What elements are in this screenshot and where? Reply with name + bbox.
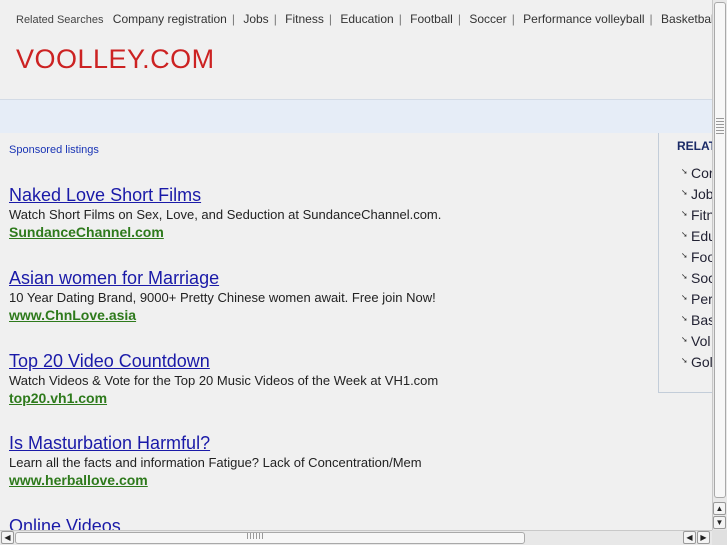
listing-url[interactable]: SundanceChannel.com [9, 224, 649, 240]
listing-item: Is Masturbation Harmful? Learn all the f… [9, 433, 649, 488]
listing-item: Asian women for Marriage 10 Year Dating … [9, 268, 649, 323]
related-panel: RELAT ➘Cor ➘Job ➘Fitn ➘Edu ➘Foo ➘Soc ➘Pe… [658, 133, 712, 393]
scroll-left-arrow-icon[interactable]: ◀ [1, 531, 14, 544]
page-viewport: Related Searches Company registration | J… [0, 0, 712, 530]
related-panel-item[interactable]: ➘ Soc [681, 270, 712, 291]
bullet-arrow-icon: ➘ [681, 167, 688, 176]
top-link-jobs[interactable]: Jobs [243, 12, 268, 26]
scroll-up-arrow-icon[interactable]: ▲ [713, 502, 726, 515]
header-band [0, 99, 712, 133]
related-panel-heading: RELAT [677, 139, 712, 153]
top-link-company-registration[interactable]: Company registration [113, 12, 227, 26]
related-panel-item[interactable]: ➘ Fitn [681, 207, 712, 228]
top-link-education[interactable]: Education [340, 12, 393, 26]
listing-description: Watch Videos & Vote for the Top 20 Music… [9, 373, 439, 388]
bullet-arrow-icon: ➘ [681, 314, 688, 323]
scroll-down-arrow-icon[interactable]: ▼ [713, 516, 726, 529]
listing-title[interactable]: Asian women for Marriage [9, 268, 649, 288]
bullet-arrow-icon: ➘ [681, 335, 688, 344]
scroll-left-arrow-icon[interactable]: ◀ [683, 531, 696, 544]
top-link-football[interactable]: Football [410, 12, 453, 26]
horizontal-grip-icon [247, 533, 265, 539]
listing-item: Naked Love Short Films Watch Short Films… [9, 185, 649, 240]
bullet-arrow-icon: ➘ [681, 293, 688, 302]
scrollbar-corner [712, 530, 727, 545]
related-panel-item[interactable]: ➘ Vol [681, 333, 712, 354]
horizontal-scrollbar[interactable]: ◀ ◀ ▶ [0, 530, 712, 545]
related-searches-bar: Related Searches Company registration | J… [16, 12, 712, 30]
bullet-arrow-icon: ➘ [681, 209, 688, 218]
related-panel-item[interactable]: ➘ Bas [681, 312, 712, 333]
related-panel-item[interactable]: ➘ Per [681, 291, 712, 312]
bullet-arrow-icon: ➘ [681, 230, 688, 239]
top-link-performance-volleyball[interactable]: Performance volleyball [523, 12, 644, 26]
listing-url[interactable]: www.ChnLove.asia [9, 307, 649, 323]
top-link-soccer[interactable]: Soccer [469, 12, 506, 26]
bullet-arrow-icon: ➘ [681, 188, 688, 197]
related-panel-item[interactable]: ➘ Foo [681, 249, 712, 270]
horizontal-scroll-thumb[interactable] [15, 532, 525, 544]
listing-description: Learn all the facts and information Fati… [9, 455, 422, 470]
listing-description: 10 Year Dating Brand, 9000+ Pretty Chine… [9, 290, 436, 305]
bullet-arrow-icon: ➘ [681, 272, 688, 281]
related-panel-item[interactable]: ➘Edu [681, 228, 712, 249]
top-link-basketball[interactable]: Basketball [661, 12, 712, 26]
bullet-arrow-icon: ➘ [681, 356, 688, 365]
top-link-fitness[interactable]: Fitness [285, 12, 324, 26]
listing-url[interactable]: top20.vh1.com [9, 390, 649, 406]
listing-title[interactable]: Naked Love Short Films [9, 185, 649, 205]
listing-description: Watch Short Films on Sex, Love, and Sedu… [9, 207, 442, 222]
listing-title[interactable]: Online Videos [9, 516, 649, 530]
related-panel-item[interactable]: ➘ Gol [681, 354, 712, 375]
related-panel-item[interactable]: ➘ Cor [681, 165, 712, 186]
vertical-grip-icon [716, 118, 724, 136]
related-searches-label: Related Searches [16, 14, 104, 26]
listing-url[interactable]: www.herballove.com [9, 472, 649, 488]
listing-title[interactable]: Is Masturbation Harmful? [9, 433, 649, 453]
vertical-scroll-thumb[interactable] [714, 2, 726, 498]
related-panel-item[interactable]: ➘ Job [681, 186, 712, 207]
vertical-scrollbar[interactable]: ▲ ▼ [712, 0, 727, 530]
related-panel-list: ➘Cor ➘Job ➘Fitn ➘Edu ➘Foo ➘Soc ➘Per ➘Bas… [681, 165, 712, 375]
scroll-right-arrow-icon[interactable]: ▶ [697, 531, 710, 544]
sponsored-label: Sponsored listings [9, 144, 99, 156]
listing-item: Online Videos [9, 516, 649, 530]
site-logo[interactable]: VOOLLEY.COM [16, 44, 215, 75]
listing-item: Top 20 Video Countdown Watch Videos & Vo… [9, 351, 649, 406]
bullet-arrow-icon: ➘ [681, 251, 688, 260]
listing-title[interactable]: Top 20 Video Countdown [9, 351, 649, 371]
